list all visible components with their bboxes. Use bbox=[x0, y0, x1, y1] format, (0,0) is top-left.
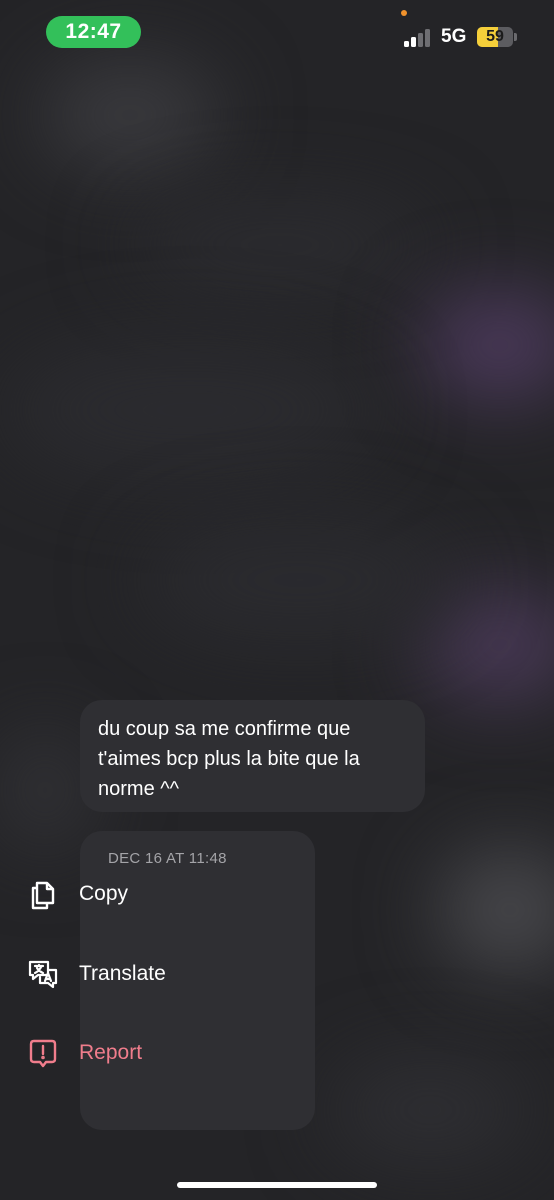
blurred-background bbox=[130, 200, 430, 290]
home-indicator[interactable] bbox=[177, 1182, 377, 1188]
battery-level: 59 bbox=[486, 28, 504, 45]
report-icon bbox=[29, 1039, 57, 1068]
privacy-indicator-dot bbox=[401, 10, 407, 16]
report-label: Report bbox=[79, 1041, 143, 1064]
report-menu-item[interactable]: Report bbox=[0, 1023, 235, 1083]
translate-menu-item[interactable]: Translate bbox=[0, 944, 235, 1004]
blurred-background bbox=[420, 290, 554, 400]
battery-cap bbox=[514, 33, 517, 41]
blurred-background bbox=[440, 850, 554, 970]
translate-icon bbox=[28, 960, 58, 989]
screen: 12:47 5G 59 du coup sa me confirme que t… bbox=[0, 0, 554, 1200]
status-bar: 12:47 5G 59 bbox=[0, 0, 554, 64]
copy-icon bbox=[31, 881, 55, 910]
battery-icon: 59 bbox=[477, 27, 513, 47]
blurred-background bbox=[140, 520, 460, 640]
blurred-background bbox=[40, 60, 220, 170]
status-time[interactable]: 12:47 bbox=[46, 16, 141, 48]
translate-label: Translate bbox=[79, 962, 166, 985]
copy-menu-item[interactable]: Copy bbox=[0, 864, 235, 924]
copy-label: Copy bbox=[79, 882, 129, 905]
message-text: du coup sa me confirme que t'aimes bcp p… bbox=[98, 718, 366, 800]
cellular-signal-icon bbox=[404, 27, 434, 47]
blurred-background bbox=[0, 730, 90, 850]
blurred-background bbox=[0, 340, 380, 480]
network-type: 5G bbox=[441, 26, 467, 47]
blurred-background bbox=[330, 1060, 530, 1160]
message-bubble[interactable]: du coup sa me confirme que t'aimes bcp p… bbox=[80, 700, 425, 812]
